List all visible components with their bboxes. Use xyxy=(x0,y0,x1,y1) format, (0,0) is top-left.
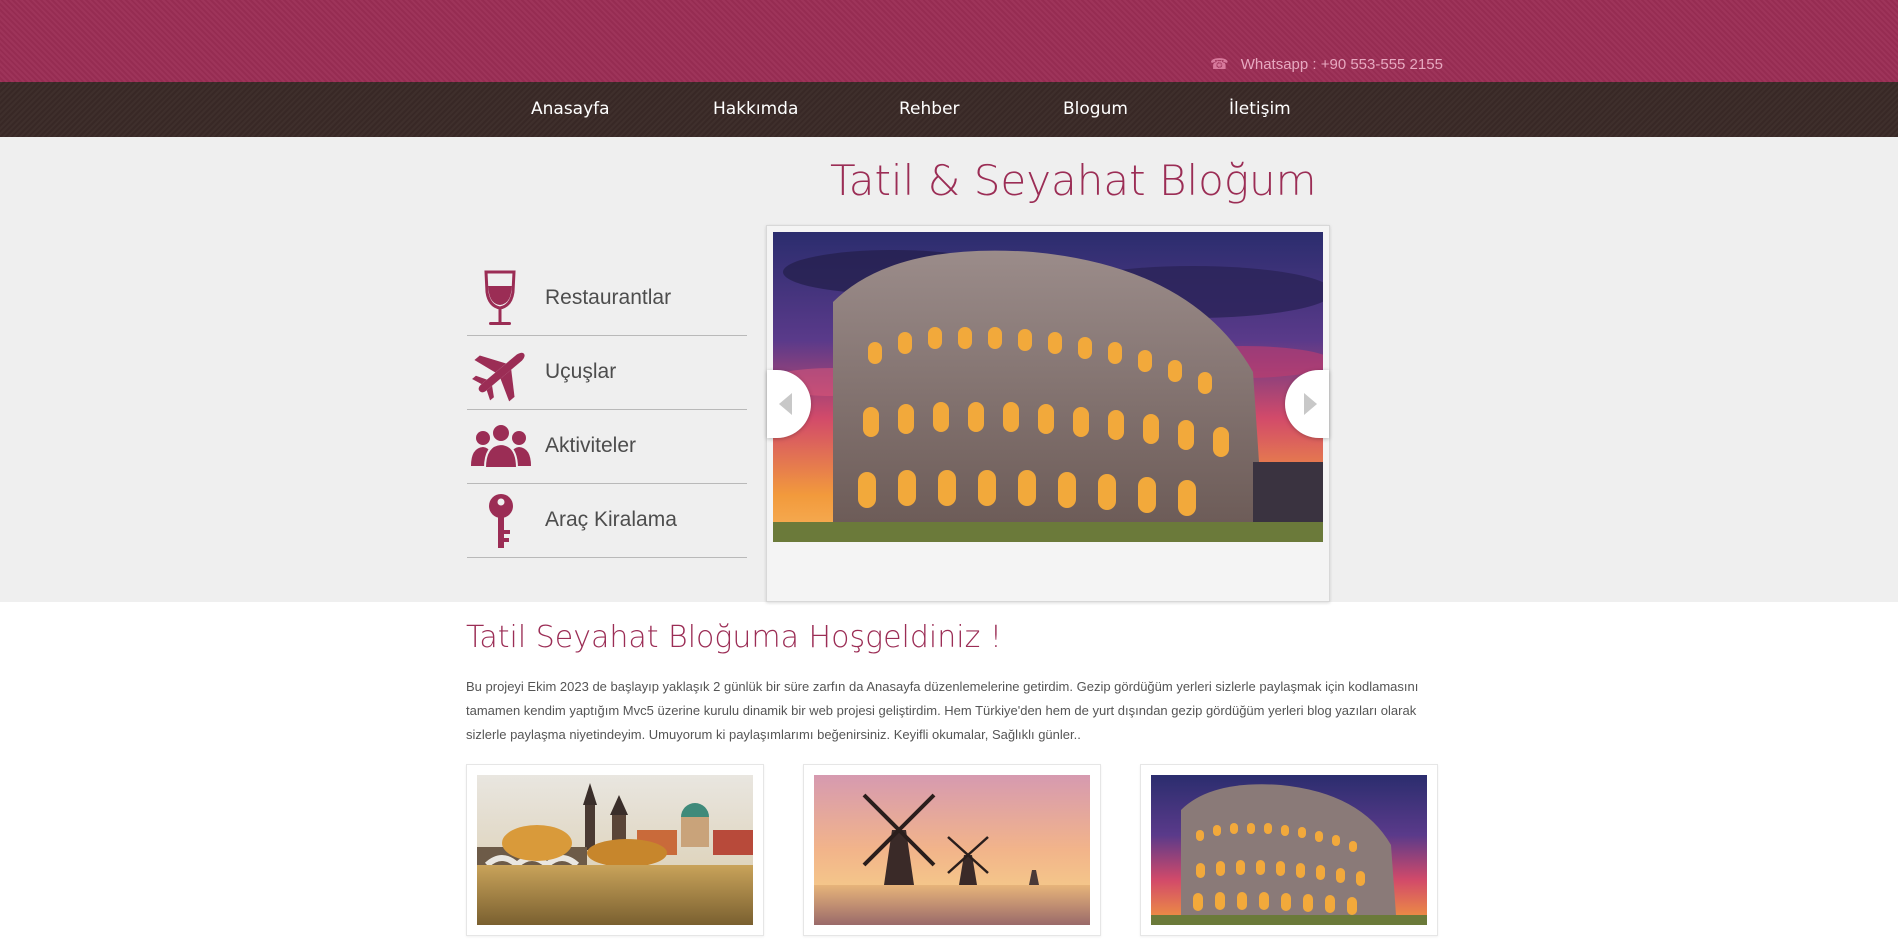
phone-icon: ☎ xyxy=(1210,56,1229,73)
welcome-heading: Tatil Seyahat Bloğuma Hoşgeldiniz ! xyxy=(466,620,1002,655)
nav-item-hakkimda[interactable]: Hakkımda xyxy=(713,99,798,119)
menu-item-car-rental[interactable]: Araç Kiralama xyxy=(467,484,747,558)
menu-item-label: Aktiviteler xyxy=(545,434,637,457)
menu-item-label: Araç Kiralama xyxy=(545,508,677,531)
nav-item-blogum[interactable]: Blogum xyxy=(1063,99,1128,119)
windmill-photo xyxy=(814,775,1090,925)
menu-item-activities[interactable]: Aktiviteler xyxy=(467,410,747,484)
chevron-left-icon xyxy=(779,393,792,415)
menu-item-label: Uçuşlar xyxy=(545,360,617,383)
image-slider xyxy=(766,225,1330,602)
gallery-card[interactable] xyxy=(466,764,764,936)
colosseum-photo xyxy=(1151,775,1427,925)
menu-item-flights[interactable]: Uçuşlar xyxy=(467,336,747,410)
page-title: Tatil & Seyahat Bloğum xyxy=(830,156,1317,205)
colosseum-photo xyxy=(773,232,1323,542)
menu-item-restaurants[interactable]: Restaurantlar xyxy=(467,262,747,336)
people-icon xyxy=(471,423,531,469)
airplane-icon xyxy=(472,352,525,402)
wine-glass-icon xyxy=(484,270,516,325)
category-menu: Restaurantlar Uçuşlar Aktiviteler Araç K… xyxy=(467,262,747,558)
nav-item-anasayfa[interactable]: Anasayfa xyxy=(531,99,610,119)
main-navigation: Anasayfa Hakkımda Rehber Blogum İletişim xyxy=(0,82,1898,137)
menu-item-label: Restaurantlar xyxy=(545,286,672,309)
gallery-card[interactable] xyxy=(1140,764,1438,936)
chevron-right-icon xyxy=(1304,393,1317,415)
welcome-paragraph: Bu projeyi Ekim 2023 de başlayıp yaklaşı… xyxy=(466,679,1419,742)
top-header-bar: ☎ Whatsapp : +90 553-555 2155 xyxy=(0,0,1898,82)
nav-item-rehber[interactable]: Rehber xyxy=(899,99,960,119)
key-icon xyxy=(489,494,513,548)
prague-photo xyxy=(477,775,753,925)
contact-text: Whatsapp : +90 553-555 2155 xyxy=(1240,56,1443,73)
nav-item-iletisim[interactable]: İletişim xyxy=(1229,99,1291,119)
gallery-card[interactable] xyxy=(803,764,1101,936)
contact-info: ☎ Whatsapp : +90 553-555 2155 xyxy=(1210,55,1443,73)
